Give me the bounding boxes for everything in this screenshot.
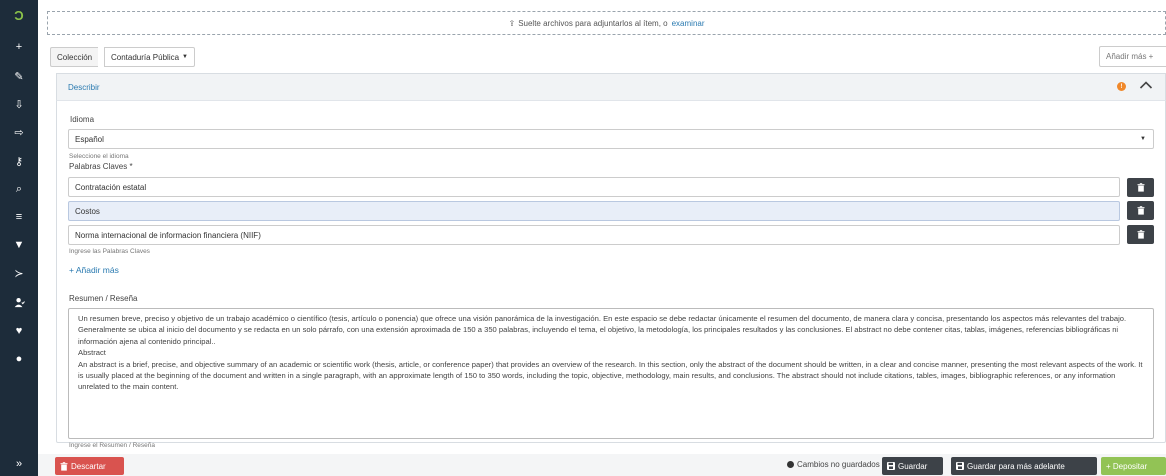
discard-button[interactable]: Descartar <box>55 457 124 475</box>
sidebar: Ɔ + ✎ ⇩ ⇨ ⚷ ⌕ ≡ ▼ ≻ ♥ ● » <box>0 0 38 476</box>
info-icon[interactable]: ● <box>0 348 38 370</box>
abstract-label: Resumen / Reseña <box>69 294 138 303</box>
abstract-hint: Ingrese el Resumen / Reseña <box>69 442 155 449</box>
chevron-up-icon[interactable] <box>1139 79 1153 93</box>
keywords-hint: Ingrese las Palabras Claves <box>69 248 150 255</box>
list-icon[interactable]: ≡ <box>0 206 38 228</box>
idioma-label: Idioma <box>70 115 95 124</box>
filter-icon[interactable]: ▼ <box>0 234 38 256</box>
trash-svg <box>1137 230 1144 239</box>
trash-icon[interactable] <box>1127 178 1154 197</box>
keyword-input[interactable]: Contratación estatal <box>68 177 1120 197</box>
save-later-label: Guardar para más adelante <box>967 461 1065 471</box>
caret-down-icon: ▼ <box>1140 136 1146 142</box>
trash-icon[interactable] <box>1127 201 1154 220</box>
status-dot-icon <box>787 461 794 468</box>
import-icon[interactable]: ⇩ <box>0 93 38 115</box>
trash-svg <box>1137 183 1144 192</box>
unsaved-status: Cambios no guardados <box>787 460 880 469</box>
save-later-button[interactable]: Guardar para más adelante <box>951 457 1097 475</box>
upload-icon: ⇪ <box>508 18 516 28</box>
idioma-value: Español <box>75 134 104 144</box>
search-icon[interactable]: ⌕ <box>0 178 38 200</box>
panel-header[interactable]: Describir <box>56 73 1166 101</box>
trash-icon[interactable] <box>1127 225 1154 244</box>
add-more-button[interactable]: Añadir más + <box>1099 46 1166 67</box>
collection-value: Contaduría Pública <box>111 52 180 62</box>
caret-down-icon: ▼ <box>182 54 188 60</box>
save-label: Guardar <box>898 461 928 471</box>
save-button[interactable]: Guardar <box>882 457 943 475</box>
pencil-icon[interactable]: ✎ <box>0 65 38 87</box>
idioma-select[interactable]: Español ▼ <box>68 129 1154 149</box>
trash-icon <box>60 461 68 471</box>
collection-dropdown[interactable]: Contaduría Pública ▼ <box>104 47 195 67</box>
plus-icon[interactable]: + <box>0 36 38 58</box>
file-dropzone[interactable]: ⇪ Suelte archivos para adjuntarlos al ít… <box>47 11 1166 35</box>
idioma-hint: Seleccione el idioma <box>69 153 129 160</box>
discard-label: Descartar <box>71 461 106 471</box>
add-keyword-link[interactable]: + Añadir más <box>69 265 119 275</box>
app-logo[interactable]: Ɔ <box>0 4 38 26</box>
key-icon[interactable]: ⚷ <box>0 150 38 172</box>
keyword-input[interactable]: Costos <box>68 201 1120 221</box>
keywords-label: Palabras Claves * <box>69 162 133 171</box>
expand-icon[interactable]: » <box>0 453 38 475</box>
collection-label: Colección <box>50 47 99 67</box>
warning-icon: ! <box>1117 82 1126 91</box>
trash-svg <box>1137 206 1144 215</box>
chevron-up-svg <box>1139 81 1153 89</box>
panel-title: Describir <box>68 82 100 92</box>
heartbeat-icon[interactable]: ♥ <box>0 320 38 342</box>
terminal-icon[interactable]: ≻ <box>0 262 38 284</box>
user-check-icon[interactable] <box>0 291 38 313</box>
abstract-textarea[interactable]: Un resumen breve, preciso y objetivo de … <box>68 308 1154 439</box>
save-icon <box>887 462 895 470</box>
dropzone-text: Suelte archivos para adjuntarlos al ítem… <box>518 18 668 28</box>
unsaved-label: Cambios no guardados <box>797 460 880 469</box>
export-icon[interactable]: ⇨ <box>0 121 38 143</box>
abstract-text: Un resumen breve, preciso y objetivo de … <box>78 314 1143 392</box>
save-icon <box>956 462 964 470</box>
browse-link[interactable]: examinar <box>672 19 705 28</box>
user-check-svg <box>14 297 25 307</box>
deposit-button[interactable]: + Depositar <box>1101 457 1166 475</box>
keyword-input[interactable]: Norma internacional de informacion finan… <box>68 225 1120 245</box>
